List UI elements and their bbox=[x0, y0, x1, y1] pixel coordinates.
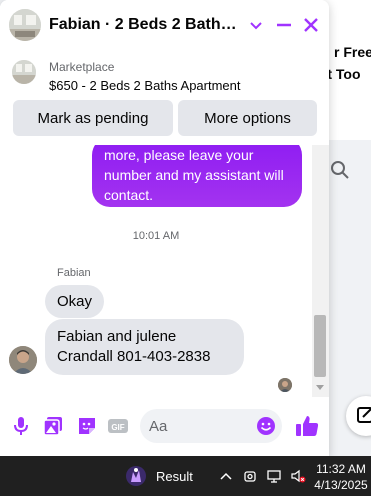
sticker-icon[interactable] bbox=[76, 415, 98, 437]
listing-thumbnail bbox=[9, 9, 41, 41]
mark-as-pending-button[interactable]: Mark as pending bbox=[13, 100, 173, 136]
read-receipt-icon bbox=[278, 378, 292, 392]
chat-window: Fabian · 2 Beds 2 Baths Ap... bbox=[0, 0, 329, 456]
camera-icon[interactable] bbox=[242, 468, 258, 484]
emoji-icon[interactable] bbox=[256, 416, 276, 436]
minimize-button[interactable] bbox=[273, 14, 295, 36]
sender-name: Fabian bbox=[57, 267, 91, 279]
minimize-icon bbox=[277, 23, 291, 27]
close-icon bbox=[304, 18, 318, 32]
message-list[interactable]: more, please leave your number and my as… bbox=[0, 145, 312, 397]
clock-date[interactable]: 4/13/2025 bbox=[313, 478, 369, 492]
microphone-icon[interactable] bbox=[10, 415, 32, 437]
message-scrollbar[interactable] bbox=[312, 145, 329, 397]
photo-icon[interactable] bbox=[42, 415, 64, 437]
network-icon[interactable] bbox=[266, 468, 282, 484]
listing-source: Marketplace bbox=[49, 60, 115, 74]
chevron-up-icon[interactable] bbox=[218, 468, 234, 484]
chat-title[interactable]: Fabian · 2 Beds 2 Baths Ap... bbox=[49, 16, 239, 34]
listing-thumbnail-small bbox=[12, 60, 36, 84]
thumbs-up-icon[interactable] bbox=[294, 413, 320, 439]
composer-bar: GIF Aa bbox=[0, 397, 329, 456]
outgoing-message[interactable]: more, please leave your number and my as… bbox=[92, 145, 302, 207]
close-button[interactable] bbox=[300, 14, 322, 36]
chat-header[interactable]: Fabian · 2 Beds 2 Baths Ap... bbox=[0, 0, 329, 51]
apartment-photo-icon bbox=[9, 9, 41, 41]
user-avatar-icon bbox=[9, 346, 37, 374]
scroll-down-arrow-icon[interactable] bbox=[316, 383, 324, 391]
search-icon[interactable] bbox=[330, 160, 350, 180]
chat-options-button[interactable] bbox=[245, 14, 267, 36]
chevron-down-icon bbox=[250, 22, 262, 30]
incoming-message[interactable]: Fabian and julene Crandall 801-403-2838 bbox=[45, 319, 244, 375]
background-text-1: r Free. bbox=[334, 44, 371, 60]
message-timestamp: 10:01 AM bbox=[132, 230, 180, 242]
svg-text:GIF: GIF bbox=[111, 423, 124, 432]
apartment-photo-icon bbox=[12, 60, 36, 84]
clock-time[interactable]: 11:32 AM bbox=[313, 462, 369, 476]
message-input-placeholder: Aa bbox=[149, 418, 168, 435]
taskbar: Result 11:32 AM 4/13/2025 bbox=[0, 456, 371, 496]
gif-icon[interactable]: GIF bbox=[107, 415, 129, 437]
more-options-button[interactable]: More options bbox=[178, 100, 317, 136]
app-result-icon[interactable] bbox=[124, 464, 148, 488]
speaker-muted-icon[interactable] bbox=[290, 468, 306, 484]
new-message-button[interactable] bbox=[346, 396, 371, 436]
incoming-message[interactable]: Okay bbox=[45, 285, 105, 318]
listing-title[interactable]: $650 - 2 Beds 2 Baths Apartment bbox=[49, 78, 241, 93]
taskbar-app-label[interactable]: Result bbox=[156, 469, 193, 484]
listing-card[interactable]: Marketplace $650 - 2 Beds 2 Baths Apartm… bbox=[0, 50, 329, 145]
compose-icon bbox=[357, 407, 371, 423]
outgoing-message-text: more, please leave your number and my as… bbox=[104, 147, 284, 203]
seen-avatar bbox=[278, 378, 292, 392]
avatar[interactable] bbox=[9, 346, 37, 374]
message-input[interactable]: Aa bbox=[140, 409, 282, 443]
scrollbar-thumb[interactable] bbox=[314, 315, 326, 377]
